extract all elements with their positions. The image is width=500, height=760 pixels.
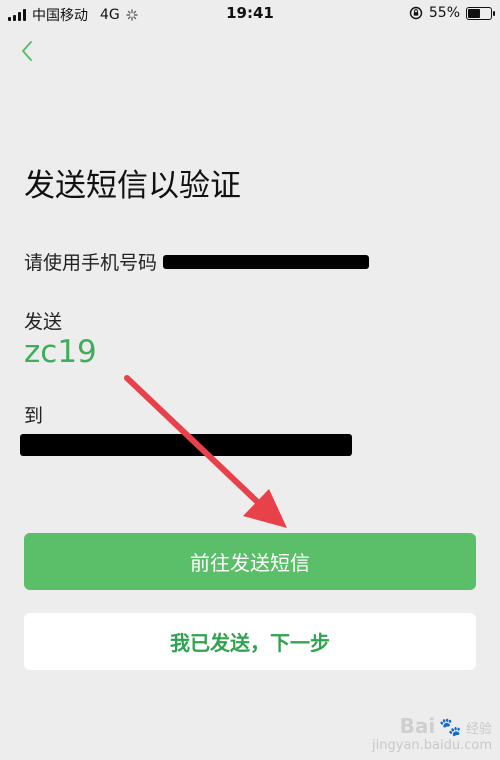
already-sent-next-button[interactable]: 我已发送，下一步 [24, 613, 476, 670]
to-label: 到 [24, 405, 44, 427]
go-send-sms-button[interactable]: 前往发送短信 [24, 533, 476, 590]
redacted-phone-number [163, 254, 370, 269]
sms-verification-screen: 中国移动 4G 19:41 55% 发送短信以验证 请使用手机号码 发送 zc1… [0, 0, 500, 760]
status-bar: 中国移动 4G 19:41 55% [0, 0, 500, 28]
battery-level-fill [468, 8, 481, 18]
instruction-line: 请使用手机号码 [24, 248, 370, 275]
redacted-destination-number [20, 434, 352, 456]
battery-percent: 55% [428, 5, 460, 21]
back-button[interactable] [14, 38, 40, 64]
page-title: 发送短信以验证 [24, 168, 241, 204]
instruction-label: 请使用手机号码 [24, 252, 158, 274]
baidu-watermark: Bai 🐾 经验 jingyan.baidu.com [372, 714, 492, 754]
battery-icon [466, 6, 495, 20]
verification-code: zc19 [24, 334, 97, 370]
chevron-left-icon [22, 41, 32, 61]
watermark-text: 经验 [465, 721, 492, 737]
watermark-sub: jingyan.baidu.com [372, 738, 492, 754]
status-right: 55% [409, 5, 495, 21]
paw-icon: 🐾 [439, 716, 462, 738]
orientation-lock-icon [409, 6, 423, 20]
send-label: 发送 [24, 311, 63, 333]
watermark-brand: Bai [399, 713, 436, 738]
